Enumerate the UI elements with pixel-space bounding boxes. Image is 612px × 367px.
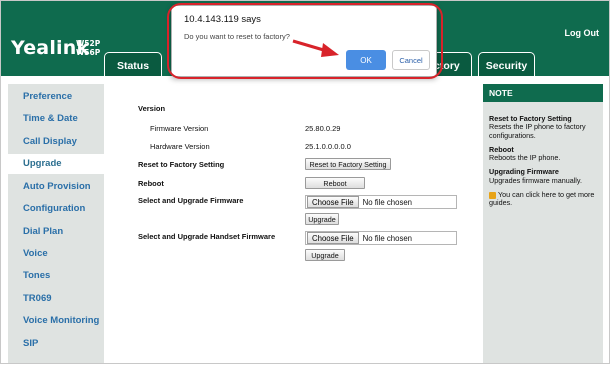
firmware-file-input[interactable]: Choose File No file chosen [305,195,457,209]
dialog-title: 10.4.143.119 says [184,14,261,25]
upgrade-panel: Version Firmware Version 25.80.0.29 Hard… [109,84,476,363]
guide-link-text[interactable]: You can click here to get more guides. [489,190,594,207]
arrow-right-icon [292,39,339,57]
upgrade-handset-label: Select and Upgrade Handset Firmware [138,232,276,241]
logout-link[interactable]: Log Out [565,28,600,38]
choose-file-button[interactable]: Choose File [307,232,359,244]
no-file-text: No file chosen [362,197,413,207]
sidebar: Preference Time & Date Call Display Upgr… [8,84,104,363]
model-label: W52P W56P [76,39,100,57]
sidebar-item-configuration[interactable]: Configuration [8,199,104,219]
sidebar-item-auto-provision[interactable]: Auto Provision [8,177,104,197]
note-upgrade-text: Upgrades firmware manually. [489,175,582,185]
sidebar-item-tones[interactable]: Tones [8,266,104,286]
sidebar-item-upgrade[interactable]: Upgrade [8,154,104,174]
cancel-button[interactable]: Cancel [392,50,430,70]
dialog-message: Do you want to reset to factory? [184,32,290,41]
hardware-version-value: 25.1.0.0.0.0.0 [305,142,351,151]
sidebar-item-sip[interactable]: SIP [8,334,104,354]
reset-factory-label: Reset to Factory Setting [138,160,225,169]
sidebar-item-dial-plan[interactable]: Dial Plan [8,222,104,242]
model-line-1: W52P [76,39,101,48]
sidebar-item-call-display[interactable]: Call Display [8,132,104,152]
browser-page: Yealink W52P W56P Log Out Status ectory … [0,0,610,364]
ok-button[interactable]: OK [346,50,386,70]
firmware-version-value: 25.80.0.29 [305,124,341,133]
tab-status[interactable]: Status [104,52,162,76]
guide-link[interactable]: You can click here to get more guides. [489,190,601,208]
no-file-text: No file chosen [362,233,413,243]
sidebar-item-voice-monitoring[interactable]: Voice Monitoring [8,311,104,331]
sidebar-item-preference[interactable]: Preference [8,87,104,107]
tab-security[interactable]: Security [478,52,535,76]
model-line-2: W56P [76,48,101,57]
upgrade-firmware-label: Select and Upgrade Firmware [138,196,244,205]
handset-file-input[interactable]: Choose File No file chosen [305,231,457,245]
upgrade-firmware-button[interactable]: Upgrade [305,213,339,225]
sidebar-item-time-date[interactable]: Time & Date [8,109,104,129]
hardware-version-label: Hardware Version [150,142,210,151]
reboot-label: Reboot [138,179,164,188]
version-heading: Version [138,104,166,113]
note-reboot-text: Reboots the IP phone. [489,153,561,163]
sidebar-item-tr069[interactable]: TR069 [8,289,104,309]
note-panel: NOTE Reset to Factory Setting Resets the… [483,84,603,363]
reset-factory-button[interactable]: Reset to Factory Setting [305,158,391,170]
note-reset-text: Resets the IP phone to factory configura… [489,122,586,140]
reboot-button[interactable]: Reboot [305,177,365,189]
sidebar-item-voice[interactable]: Voice [8,244,104,264]
upgrade-handset-button[interactable]: Upgrade [305,249,345,261]
note-title: NOTE [483,84,603,102]
firmware-version-label: Firmware Version [150,124,209,133]
choose-file-button[interactable]: Choose File [307,196,359,208]
note-body: Reset to Factory Setting Resets the IP p… [489,114,601,208]
